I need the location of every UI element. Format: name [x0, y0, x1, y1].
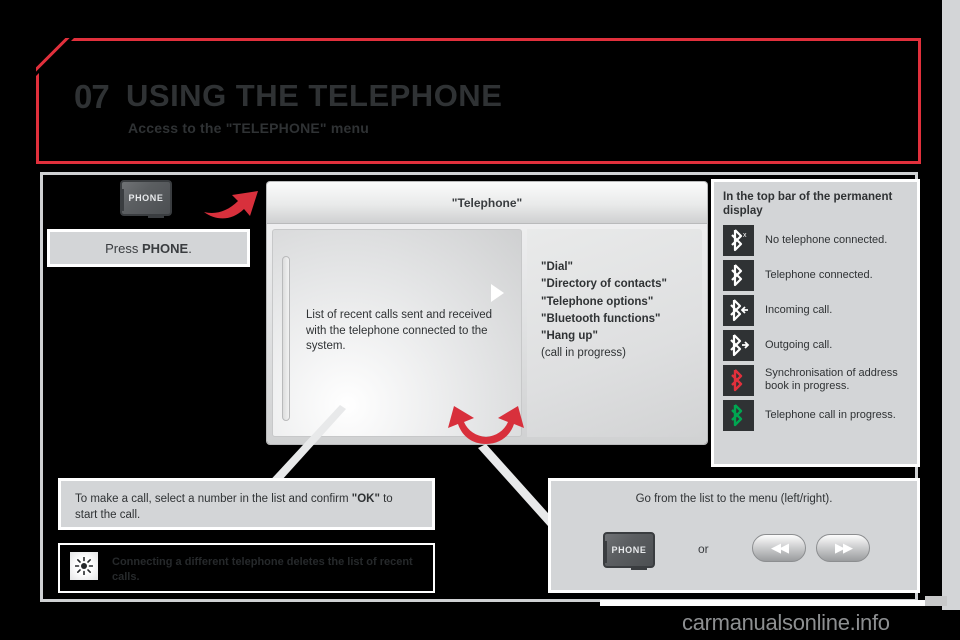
bluetooth-connected-icon	[723, 259, 754, 291]
tip-warning-box: Connecting a different telephone deletes…	[58, 543, 435, 593]
make-call-text: To make a call, select a number in the l…	[75, 493, 393, 522]
menu-item-bluetooth-functions[interactable]: "Bluetooth functions"	[541, 311, 667, 328]
menu-item-hang-up[interactable]: "Hang up"	[541, 328, 667, 345]
display-title-bar: "Telephone"	[267, 182, 707, 224]
chapter-number: 07	[74, 78, 110, 115]
bluetooth-status-panel: In the top bar of the permanent display …	[711, 179, 920, 467]
tip-sun-icon	[70, 552, 98, 580]
or-separator-label: or	[698, 542, 709, 556]
bluetooth-call-in-progress-icon	[723, 399, 754, 431]
make-call-instruction-box: To make a call, select a number in the l…	[58, 478, 435, 530]
menu-item-dial[interactable]: "Dial"	[541, 259, 667, 276]
right-edge-strip	[942, 0, 960, 610]
bluetooth-row-connected: Telephone connected.	[723, 259, 908, 291]
bluetooth-no-connection-icon: x	[723, 224, 754, 256]
phone-hardkey-label: PHONE	[128, 193, 164, 203]
seek-previous-glyph: ◀◀	[771, 540, 789, 555]
bluetooth-label-no-connection: No telephone connected.	[765, 233, 888, 246]
bluetooth-incoming-call-icon	[723, 294, 754, 326]
red-curved-arrows-icon	[438, 404, 534, 452]
bluetooth-label-connected: Telephone connected.	[765, 268, 873, 281]
press-phone-text: Press PHONE.	[105, 240, 192, 256]
recent-calls-description: List of recent calls sent and received w…	[306, 309, 493, 353]
bluetooth-outgoing-call-icon	[723, 329, 754, 361]
bluetooth-panel-heading: In the top bar of the permanent display	[723, 191, 893, 218]
play-triangle-icon	[491, 284, 504, 302]
display-menu-pane[interactable]: "Dial" "Directory of contacts" "Telephon…	[527, 229, 702, 437]
phone-hardkey-bottom-label: PHONE	[611, 545, 647, 555]
bluetooth-row-no-connection: x No telephone connected.	[723, 224, 908, 256]
bluetooth-row-call-in-progress: Telephone call in progress.	[723, 399, 908, 431]
watermark-text: carmanualsonline.info	[682, 610, 890, 635]
navigate-instruction-text: Go from the list to the menu (left/right…	[635, 493, 833, 505]
bluetooth-label-call-in-progress: Telephone call in progress.	[765, 408, 896, 421]
bluetooth-row-outgoing: Outgoing call.	[723, 329, 908, 361]
tip-text: Connecting a different telephone deletes…	[112, 556, 413, 583]
watermark-bar	[600, 600, 930, 606]
display-scrollbar[interactable]	[282, 256, 290, 421]
bluetooth-row-incoming: Incoming call.	[723, 294, 908, 326]
watermark-tab	[925, 596, 947, 606]
phone-hardkey-bottom-icon[interactable]: PHONE	[603, 532, 655, 570]
menu-item-telephone-options[interactable]: "Telephone options"	[541, 294, 667, 311]
page-subtitle: Access to the "TELEPHONE" menu	[128, 120, 369, 136]
bluetooth-label-outgoing: Outgoing call.	[765, 338, 833, 351]
bluetooth-sync-icon	[723, 364, 754, 396]
svg-text:x: x	[743, 232, 747, 239]
seek-next-button[interactable]: ▶▶	[816, 534, 870, 562]
bluetooth-label-incoming: Incoming call.	[765, 303, 833, 316]
press-phone-caption: Press PHONE.	[47, 229, 250, 267]
display-title: "Telephone"	[451, 195, 523, 210]
bluetooth-row-sync: Synchronisation of address book in progr…	[723, 364, 908, 396]
bluetooth-label-sync: Synchronisation of address book in progr…	[765, 366, 898, 393]
menu-item-call-in-progress-note: (call in progress)	[541, 347, 626, 360]
menu-item-list: "Dial" "Directory of contacts" "Telephon…	[541, 259, 667, 363]
phone-hardkey-icon[interactable]: PHONE	[120, 180, 172, 218]
seek-previous-button[interactable]: ◀◀	[752, 534, 806, 562]
page-root: 07 USING THE TELEPHONE Access to the "TE…	[0, 0, 960, 640]
menu-item-directory[interactable]: "Directory of contacts"	[541, 276, 667, 293]
red-arrow-right-icon	[202, 188, 260, 222]
page-title: USING THE TELEPHONE	[126, 78, 503, 113]
seek-next-glyph: ▶▶	[835, 540, 853, 555]
